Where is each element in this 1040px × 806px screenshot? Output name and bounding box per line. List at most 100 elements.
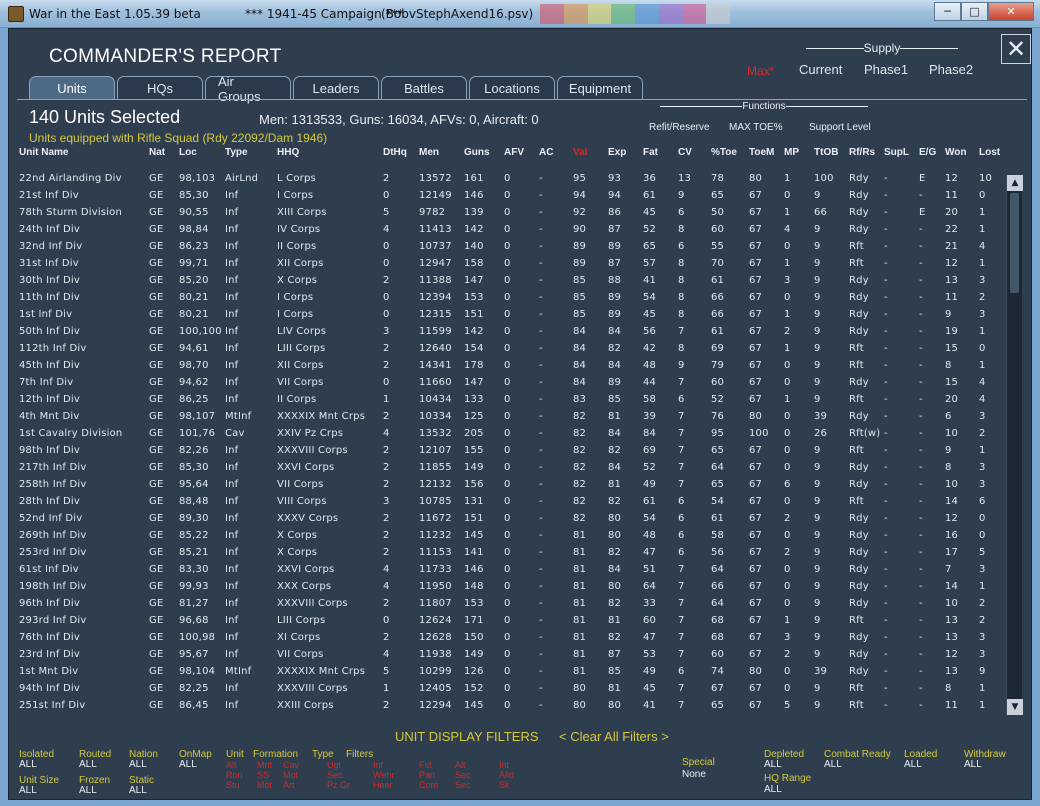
table-row[interactable]: 217th Inf Div GE 85,30 Inf XXVI Corps 2 11855 1… [9,460,1009,477]
column-header-hhq[interactable]: HHQ [277,147,299,158]
column-header-type[interactable]: Type [225,147,248,158]
table-row[interactable]: 78th Sturm Division GE 90,55 Inf XIII Corps 5… [9,205,1009,222]
table-row[interactable]: 32nd Inf Div GE 86,23 Inf II Corps 0 10737 140 0… [9,239,1009,256]
table-row[interactable]: 98th Inf Div GE 82,26 Inf XXXVIII Corps 2 1210… [9,443,1009,460]
clear-all-filters-button[interactable]: < Clear All Filters > [559,729,669,744]
cell-unit-name[interactable]: 98th Inf Div [19,445,80,456]
column-header-dthq[interactable]: DtHq [383,147,407,158]
cell-unit-name[interactable]: 50th Inf Div [19,326,80,337]
table-row[interactable]: 61st Inf Div GE 83,30 Inf XXVI Corps 4 11733 14… [9,562,1009,579]
tab-units[interactable]: Units [29,76,115,100]
formation-filter-option[interactable]: Ron [226,771,243,780]
table-row[interactable]: 94th Inf Div GE 82,25 Inf XXXVIII Corps 1 1240… [9,681,1009,698]
formation-filter-option[interactable]: Ugt [327,761,341,770]
cell-unit-name[interactable]: 1st Mnt Div [19,666,78,677]
cell-unit-name[interactable]: 11th Inf Div [19,292,80,303]
table-row[interactable]: 12th Inf Div GE 86,25 Inf II Corps 1 10434 133 0… [9,392,1009,409]
formation-filter-option[interactable]: Com [419,781,438,790]
table-row[interactable]: 251st Inf Div GE 86,45 Inf XXIII Corps 2 12294… [9,698,1009,715]
column-header-cv[interactable]: CV [678,147,692,158]
tab-hqs[interactable]: HQs [117,76,203,100]
column-header-men[interactable]: Men [419,147,439,158]
table-scrollbar[interactable]: ▲ ▼ [1006,175,1023,715]
formation-filter-option[interactable]: Alt [226,761,237,770]
cell-unit-name[interactable]: 23rd Inf Div [19,649,80,660]
cell-unit-name[interactable]: 32nd Inf Div [19,241,82,252]
table-row[interactable]: 1st Mnt Div GE 98,104 MtInf XXXXIX Mnt Crps 5… [9,664,1009,681]
scroll-down-icon[interactable]: ▼ [1007,699,1023,715]
tab-leaders[interactable]: Leaders [293,76,379,100]
column-header-won[interactable]: Won [945,147,966,158]
supply-current-toggle[interactable]: Current [799,62,842,77]
cell-unit-name[interactable]: 94th Inf Div [19,683,80,694]
table-row[interactable]: 1st Cavalry Division GE 101,76 Cav XXIV Pz C… [9,426,1009,443]
minimize-icon[interactable]: ─ [934,2,961,21]
tab-air-groups[interactable]: Air Groups [205,74,291,104]
cell-unit-name[interactable]: 52nd Inf Div [19,513,82,524]
filter-depleted-value[interactable]: ALL [764,759,782,770]
filter-routed-value[interactable]: ALL [79,759,97,770]
cell-unit-name[interactable]: 269th Inf Div [19,530,87,541]
table-row[interactable]: 31st Inf Div GE 99,71 Inf XII Corps 0 12947 158… [9,256,1009,273]
cell-unit-name[interactable]: 12th Inf Div [19,394,80,405]
table-row[interactable]: 4th Mnt Div GE 98,107 MtInf XXXXIX Mnt Crps 2… [9,409,1009,426]
filter-withdraw-value[interactable]: ALL [964,759,982,770]
column-header-toem[interactable]: ToeM [749,147,774,158]
cell-unit-name[interactable]: 96th Inf Div [19,598,80,609]
column-header-fat[interactable]: Fat [643,147,658,158]
cell-unit-name[interactable]: 61st Inf Div [19,564,79,575]
filter-static-value[interactable]: ALL [129,785,147,796]
cell-unit-name[interactable]: 198th Inf Div [19,581,87,592]
formation-filter-option[interactable]: Sec. [327,771,345,780]
column-header-val[interactable]: Val [573,147,587,158]
cell-unit-name[interactable]: 217th Inf Div [19,462,87,473]
formation-filter-option[interactable]: Inf [373,761,383,770]
column-header-ttob[interactable]: TtOB [814,147,838,158]
tab-battles[interactable]: Battles [381,76,467,100]
scroll-thumb[interactable] [1010,193,1019,293]
formation-filter-option[interactable]: Pan [419,771,435,780]
cell-unit-name[interactable]: 78th Sturm Division [19,207,122,218]
formation-filter-option[interactable]: Sec [455,781,471,790]
tab-equipment[interactable]: Equipment [557,76,643,100]
cell-unit-name[interactable]: 251st Inf Div [19,700,85,711]
formation-filter-option[interactable]: Alt [455,761,466,770]
table-row[interactable]: 96th Inf Div GE 81,27 Inf XXXVIII Corps 2 1180… [9,596,1009,613]
cell-unit-name[interactable]: 76th Inf Div [19,632,80,643]
cell-unit-name[interactable]: 31st Inf Div [19,258,79,269]
close-report-button[interactable]: ✕ [1001,34,1031,64]
cell-unit-name[interactable]: 258th Inf Div [19,479,87,490]
cell-unit-name[interactable]: 293rd Inf Div [19,615,87,626]
table-row[interactable]: 50th Inf Div GE 100,100 Inf LIV Corps 3 11599 1… [9,324,1009,341]
column-header-e-g[interactable]: E/G [919,147,936,158]
column-header-pct-toe[interactable]: %Toe [711,147,737,158]
tab-locations[interactable]: Locations [469,76,555,100]
formation-filter-option[interactable]: Art [283,781,295,790]
formation-filter-option[interactable]: Sk [499,781,510,790]
cell-unit-name[interactable]: 1st Inf Div [19,309,72,320]
formation-filter-option[interactable]: Mnt [257,761,272,770]
supply-mode-toggle[interactable]: Max* [747,64,774,78]
support-level-button[interactable]: Support Level [809,122,871,133]
column-header-loc[interactable]: Loc [179,147,197,158]
table-row[interactable]: 21st Inf Div GE 85,30 Inf I Corps 0 12149 146 0 -… [9,188,1009,205]
formation-filter-option[interactable]: Mot [257,781,272,790]
table-row[interactable]: 24th Inf Div GE 98,84 Inf IV Corps 4 11413 142 0… [9,222,1009,239]
formation-filter-option[interactable]: Sec [455,771,471,780]
restore-icon[interactable]: □ [961,2,988,21]
table-row[interactable]: 269th Inf Div GE 85,22 Inf X Corps 2 11232 145 0… [9,528,1009,545]
column-header-afv[interactable]: AFV [504,147,524,158]
table-row[interactable]: 293rd Inf Div GE 96,68 Inf LIII Corps 0 12624 1… [9,613,1009,630]
table-row[interactable]: 76th Inf Div GE 100,98 Inf XI Corps 2 12628 150… [9,630,1009,647]
table-row[interactable]: 112th Inf Div GE 94,61 Inf LIII Corps 2 12640 1… [9,341,1009,358]
column-header-mp[interactable]: MP [784,147,799,158]
cell-unit-name[interactable]: 45th Inf Div [19,360,80,371]
formation-filter-option[interactable]: Pz Gr [327,781,350,790]
table-row[interactable]: 198th Inf Div GE 99,93 Inf XXX Corps 4 11950 14… [9,579,1009,596]
filter-combat-ready-value[interactable]: ALL [824,759,842,770]
cell-unit-name[interactable]: 7th Inf Div [19,377,73,388]
formation-filter-option[interactable]: SS [257,771,269,780]
cell-unit-name[interactable]: 30th Inf Div [19,275,80,286]
filter-special-value[interactable]: None [682,769,706,780]
formation-filter-option[interactable]: Heer [373,781,393,790]
